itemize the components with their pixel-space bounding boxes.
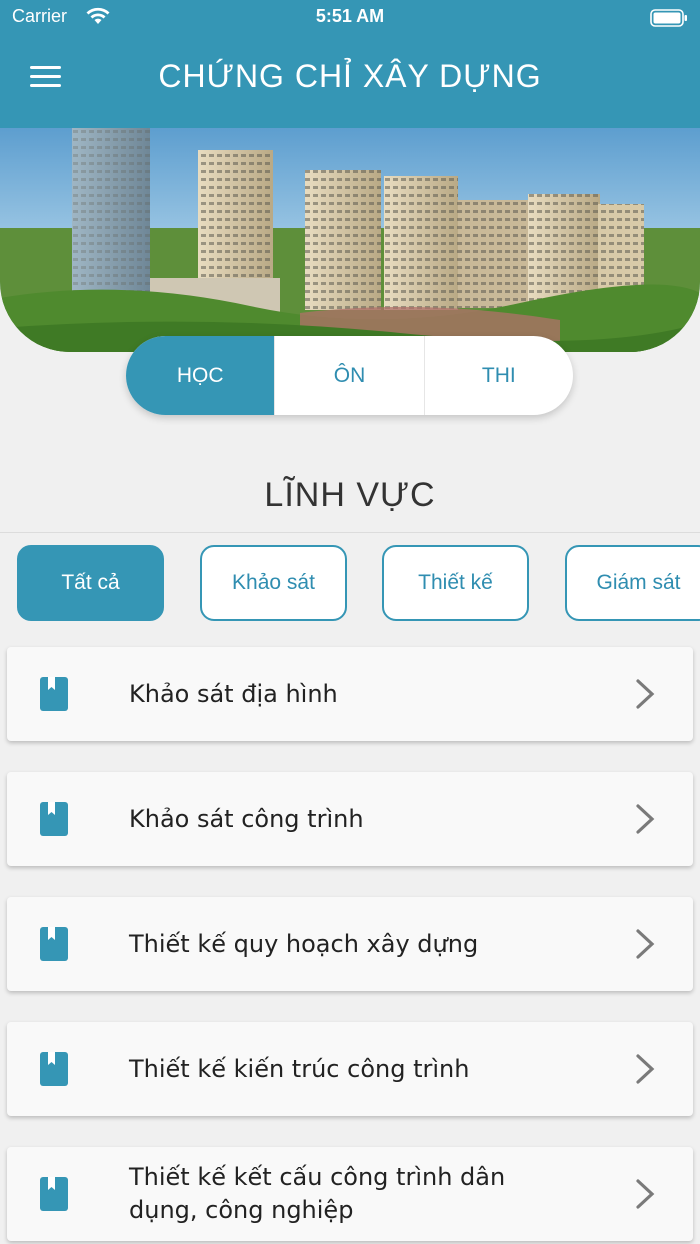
hero-image <box>0 128 700 352</box>
tab-on[interactable]: ÔN <box>274 336 423 415</box>
category-chips: Tất cả Khảo sát Thiết kế Giám sát <box>0 545 700 623</box>
list-item[interactable]: Thiết kế kết cấu công trình dân dụng, cô… <box>7 1147 693 1241</box>
battery-icon <box>650 9 688 31</box>
book-icon <box>40 1052 68 1090</box>
tab-thi[interactable]: THI <box>423 336 573 415</box>
page-title: CHỨNG CHỈ XÂY DỰNG <box>158 58 542 94</box>
divider <box>0 532 700 533</box>
clock: 5:51 AM <box>315 6 385 26</box>
list-item[interactable]: Thiết kế quy hoạch xây dựng <box>7 897 693 991</box>
chevron-right-icon <box>635 679 655 713</box>
list-item-label: Khảo sát công trình <box>129 804 364 833</box>
list-item[interactable]: Khảo sát địa hình <box>7 647 693 741</box>
tab-hoc[interactable]: HỌC <box>126 336 275 415</box>
book-icon <box>40 802 68 840</box>
chip-tat-ca[interactable]: Tất cả <box>17 545 164 621</box>
chip-giam-sat[interactable]: Giám sát <box>565 545 700 621</box>
list-item[interactable]: Khảo sát công trình <box>7 772 693 866</box>
chevron-right-icon <box>635 804 655 838</box>
chevron-right-icon <box>635 1179 655 1213</box>
app-header: Carrier 5:51 AM CHỨNG CHỈ XÂY DỰNG <box>0 0 700 128</box>
list-item[interactable]: Thiết kế kiến trúc công trình <box>7 1022 693 1116</box>
list-item-label: Thiết kế kiến trúc công trình <box>129 1054 470 1083</box>
status-bar: Carrier 5:51 AM <box>0 0 700 36</box>
book-icon <box>40 677 68 715</box>
book-icon <box>40 1177 68 1215</box>
list-item-label: Khảo sát địa hình <box>129 679 338 708</box>
list-item-label: Thiết kế quy hoạch xây dựng <box>129 929 479 958</box>
mode-tabs: HỌC ÔN THI <box>126 336 573 415</box>
section-title: LĨNH VỰC <box>264 476 436 514</box>
chip-thiet-ke[interactable]: Thiết kế <box>382 545 529 621</box>
chevron-right-icon <box>635 929 655 963</box>
chevron-right-icon <box>635 1054 655 1088</box>
chip-khao-sat[interactable]: Khảo sát <box>200 545 347 621</box>
book-icon <box>40 927 68 965</box>
list-item-label: Thiết kế kết cấu công trình dân dụng, cô… <box>129 1163 506 1224</box>
